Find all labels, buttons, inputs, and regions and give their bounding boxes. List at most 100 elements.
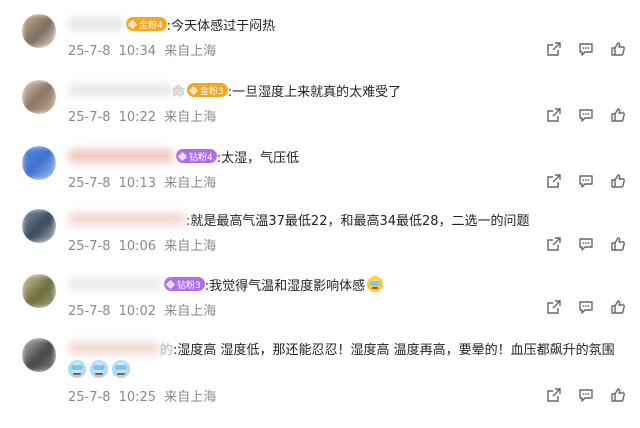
- reply-button[interactable]: [570, 296, 602, 318]
- cold-face-emoji-icon: [112, 360, 130, 378]
- share-button[interactable]: [538, 296, 570, 318]
- comment-meta: 25-7-8 10:25 来自上海: [68, 386, 216, 405]
- thumbs-up-icon: [611, 300, 625, 314]
- comment-actions: [538, 104, 634, 126]
- comment-text: :湿度高 湿度低，那还能忍忍！湿度高 温度再高，要晕的！血压都飙升的氛围: [173, 342, 615, 358]
- sweat-emoji-icon: [367, 276, 384, 292]
- comment-time: 10:22: [118, 110, 157, 125]
- comment-date: 25-7-8: [68, 239, 111, 254]
- comment-time: 10:13: [118, 176, 157, 191]
- share-button[interactable]: [538, 384, 570, 406]
- comment-meta: 25-7-8 10:34 来自上海: [68, 40, 216, 59]
- comment-meta: 25-7-8 10:02 来自上海: [68, 300, 216, 319]
- comment-text: :太湿，气压低: [216, 150, 300, 166]
- share-icon: [547, 42, 561, 56]
- comment-location: 来自上海: [164, 239, 217, 254]
- comment-icon: [579, 301, 593, 314]
- like-button[interactable]: [602, 384, 634, 406]
- avatar[interactable]: [22, 80, 56, 114]
- reply-button[interactable]: [570, 384, 602, 406]
- username-blurred[interactable]: [68, 212, 186, 226]
- comment-icon: [579, 175, 593, 188]
- username-blurred[interactable]: [68, 149, 174, 163]
- comment-location: 来自上海: [164, 304, 217, 319]
- cold-face-emoji-icon: [68, 360, 86, 378]
- comment-item: 钻粉3 :我觉得气温和湿度影响体感 25-7-8 10:02 来自上海: [0, 270, 640, 326]
- comment-actions: [538, 38, 634, 60]
- username-fragment: 的: [160, 342, 174, 358]
- comment-header: 钻粉4 :太湿，气压低: [68, 146, 299, 166]
- like-button[interactable]: [602, 296, 634, 318]
- avatar[interactable]: [22, 274, 56, 308]
- share-icon: [547, 388, 561, 402]
- thumbs-up-icon: [611, 174, 625, 188]
- share-button[interactable]: [538, 233, 570, 255]
- like-button[interactable]: [602, 233, 634, 255]
- like-button[interactable]: [602, 38, 634, 60]
- username-blurred[interactable]: [68, 341, 160, 355]
- comment-time: 10:34: [118, 44, 157, 59]
- comment-location: 来自上海: [164, 44, 217, 59]
- share-icon: [547, 108, 561, 122]
- comment-date: 25-7-8: [68, 176, 111, 191]
- fan-badge: 钻粉4: [176, 149, 217, 163]
- comment-date: 25-7-8: [68, 390, 111, 405]
- emoji-row: [68, 360, 130, 378]
- comment-text: :一旦湿度上来就真的太难受了: [227, 84, 402, 100]
- comment-header: 钻粉3 :我觉得气温和湿度影响体感: [68, 274, 384, 294]
- reply-button[interactable]: [570, 104, 602, 126]
- share-button[interactable]: [538, 104, 570, 126]
- reply-button[interactable]: [570, 233, 602, 255]
- comment-actions: [538, 296, 634, 318]
- comment-icon: [579, 389, 593, 402]
- thumbs-up-icon: [611, 108, 625, 122]
- comment-time: 10:06: [118, 239, 157, 254]
- username-fragment: 命: [172, 84, 186, 100]
- share-icon: [547, 174, 561, 188]
- comment-meta: 25-7-8 10:13 来自上海: [68, 172, 216, 191]
- share-button[interactable]: [538, 38, 570, 60]
- comment-text: :今天体感过于闷热: [166, 18, 276, 34]
- comment-item: 的 :湿度高 湿度低，那还能忍忍！湿度高 温度再高，要晕的！血压都飙升的氛围 2…: [0, 334, 640, 428]
- username-blurred[interactable]: [68, 277, 162, 291]
- comment-time: 10:02: [118, 304, 157, 319]
- username-blurred[interactable]: [68, 17, 124, 31]
- thumbs-up-icon: [611, 42, 625, 56]
- comment-location: 来自上海: [164, 176, 217, 191]
- badge-gem-icon: [127, 19, 138, 29]
- comment-header: :就是最高气温37最低22，和最高34最低28，二选一的问题: [68, 209, 530, 229]
- comment-icon: [579, 109, 593, 122]
- badge-gem-icon: [165, 279, 176, 289]
- badge-gem-icon: [188, 85, 199, 95]
- comment-feed: 金粉4 :今天体感过于闷热 25-7-8 10:34 来自上海 命 金粉3:一…: [0, 0, 640, 428]
- avatar[interactable]: [22, 209, 56, 243]
- thumbs-up-icon: [611, 388, 625, 402]
- comment-location: 来自上海: [164, 110, 217, 125]
- username-blurred[interactable]: [68, 83, 172, 97]
- comment-location: 来自上海: [164, 390, 217, 405]
- comment-header: 金粉4 :今天体感过于闷热: [68, 14, 275, 34]
- comment-header: 的 :湿度高 湿度低，那还能忍忍！湿度高 温度再高，要晕的！血压都飙升的氛围: [68, 338, 615, 358]
- comment-actions: [538, 384, 634, 406]
- comment-text: :就是最高气温37最低22，和最高34最低28，二选一的问题: [186, 213, 530, 229]
- avatar[interactable]: [22, 14, 56, 48]
- comment-item: 命 金粉3 :一旦湿度上来就真的太难受了 25-7-8 10:22 来自上海: [0, 76, 640, 132]
- comment-date: 25-7-8: [68, 110, 111, 125]
- comment-actions: [538, 170, 634, 192]
- cold-face-emoji-icon: [90, 360, 108, 378]
- comment-icon: [579, 43, 593, 56]
- reply-button[interactable]: [570, 38, 602, 60]
- share-button[interactable]: [538, 170, 570, 192]
- comment-header: 命 金粉3 :一旦湿度上来就真的太难受了: [68, 80, 401, 100]
- badge-gem-icon: [177, 151, 188, 161]
- comment-item: 金粉4 :今天体感过于闷热 25-7-8 10:34 来自上海: [0, 10, 640, 66]
- avatar[interactable]: [22, 338, 56, 372]
- like-button[interactable]: [602, 170, 634, 192]
- fan-badge: 钻粉3: [164, 277, 205, 291]
- thumbs-up-icon: [611, 237, 625, 251]
- comment-item: :就是最高气温37最低22，和最高34最低28，二选一的问题 25-7-8 10…: [0, 205, 640, 261]
- reply-button[interactable]: [570, 170, 602, 192]
- avatar[interactable]: [22, 146, 56, 180]
- like-button[interactable]: [602, 104, 634, 126]
- comment-date: 25-7-8: [68, 44, 111, 59]
